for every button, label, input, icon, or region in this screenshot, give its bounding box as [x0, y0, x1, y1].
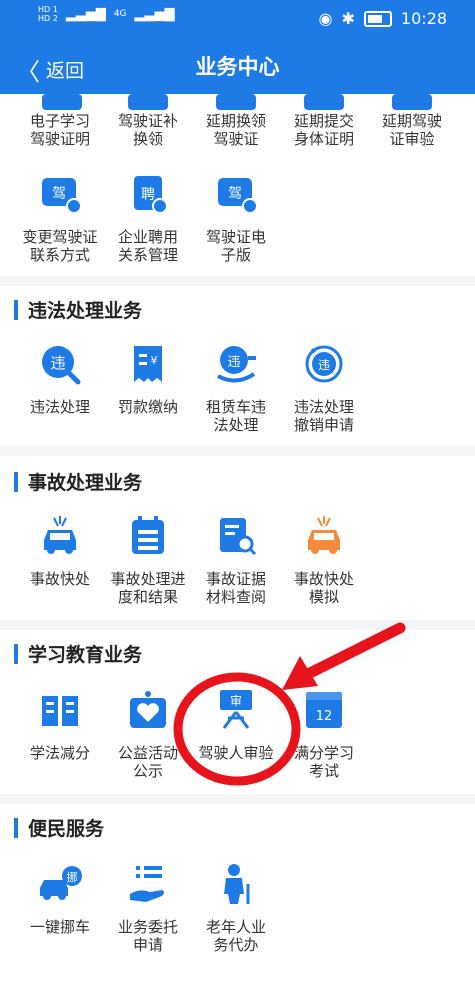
- service-charity[interactable]: 公益活动 公示: [104, 688, 192, 780]
- service-license-replace[interactable]: 驾驶证补 换领: [104, 112, 192, 148]
- violation-revoke-icon: 违: [305, 345, 343, 383]
- service-accident-simulate[interactable]: 事故快处 模拟: [280, 514, 368, 606]
- svg-text:违: 违: [50, 354, 65, 372]
- highlight-arrow: [298, 622, 406, 682]
- service-violation-revoke[interactable]: 违 违法处理 撤销申请: [280, 342, 368, 434]
- e-license-icon: 驾: [218, 178, 258, 214]
- service-study-deduct[interactable]: 学法减分: [16, 688, 104, 762]
- arrow-head-icon: [282, 656, 318, 690]
- service-license-review[interactable]: 延期驾驶 证审验: [368, 112, 456, 148]
- section-divider: [0, 446, 475, 456]
- battery-icon: [363, 10, 392, 27]
- service-fine-pay[interactable]: ¥ 罚款缴纳: [104, 342, 192, 416]
- service-rental-violation[interactable]: 违 租赁车违 法处理: [192, 342, 280, 434]
- status-bar: HD 1 HD 2 ▂▃▅▇ 4G ▂▃▅▇ ◉ ✱ 10:28: [0, 0, 475, 38]
- contact-change-icon: 驾: [42, 178, 82, 214]
- evidence-search-icon: [220, 518, 257, 556]
- svg-text:驾: 驾: [52, 186, 66, 202]
- fine-pay-icon: ¥: [134, 346, 162, 382]
- charity-icon: [130, 691, 166, 728]
- section-title-accident: 事故处理业务: [14, 468, 142, 495]
- nav-bar: 〈 返回 业务中心: [0, 38, 475, 94]
- elderly-icon: [224, 864, 250, 904]
- svg-text:驾: 驾: [228, 186, 242, 202]
- svg-text:违: 违: [318, 358, 330, 372]
- svg-text:聘: 聘: [141, 187, 155, 203]
- service-license-extend[interactable]: 延期换领 驾驶证: [192, 112, 280, 148]
- full-score-exam-icon: 12: [306, 692, 342, 728]
- signal-indicator: HD 1 HD 2 ▂▃▅▇ 4G ▂▃▅▇: [38, 5, 175, 23]
- svg-text:违: 违: [227, 355, 240, 370]
- service-contact-change[interactable]: 驾 变更驾驶证 联系方式: [16, 172, 104, 264]
- section-divider: [0, 276, 475, 286]
- scrolled-icons-strip: [42, 94, 432, 110]
- study-book-icon: [42, 696, 78, 726]
- rental-violation-icon: 违: [217, 346, 256, 383]
- clock: 10:28: [400, 9, 447, 28]
- service-employ-manage[interactable]: 聘 企业聘用 关系管理: [104, 172, 192, 264]
- service-accident-progress[interactable]: 事故处理进 度和结果: [104, 514, 192, 606]
- entrust-icon: [130, 866, 164, 902]
- accident-quick-icon: [44, 516, 76, 554]
- section-divider: [0, 620, 475, 630]
- service-accident-quick[interactable]: 事故快处: [16, 514, 104, 588]
- section-title-convenience: 便民服务: [14, 814, 104, 841]
- service-elderly[interactable]: 老年人业 务代办: [192, 862, 280, 954]
- service-e-license[interactable]: 驾 驾驶证电 子版: [192, 172, 280, 264]
- svg-text:审: 审: [230, 693, 242, 708]
- svg-text:¥: ¥: [151, 354, 158, 367]
- svg-text:挪: 挪: [67, 870, 78, 884]
- service-driver-review[interactable]: 审 驾驶人审验: [192, 688, 280, 762]
- page-title: 业务中心: [195, 55, 280, 79]
- employ-icon: 聘: [134, 176, 168, 214]
- service-health-proof[interactable]: 延期提交 身体证明: [280, 112, 368, 148]
- service-move-car[interactable]: 挪 一键挪车: [16, 862, 104, 936]
- violation-search-icon: 违: [42, 346, 81, 385]
- eye-icon: ◉: [318, 9, 333, 28]
- accident-progress-icon: [132, 516, 164, 554]
- move-car-icon: 挪: [40, 866, 82, 900]
- section-title-violation: 违法处理业务: [14, 296, 142, 323]
- section-title-education: 学习教育业务: [14, 640, 142, 667]
- svg-text:12: 12: [316, 709, 333, 724]
- driver-review-icon: 审: [220, 690, 252, 729]
- service-violation[interactable]: 违 违法处理: [16, 342, 104, 416]
- service-evidence-search[interactable]: 事故证据 材料查阅: [192, 514, 280, 606]
- bluetooth-icon: ✱: [341, 9, 355, 28]
- section-divider: [0, 794, 475, 804]
- service-e-study-proof[interactable]: 电子学习 驾驶证明: [16, 112, 104, 148]
- annotation-overlay: [173, 622, 406, 786]
- service-full-score-exam[interactable]: 12 满分学习 考试: [280, 688, 368, 780]
- service-entrust[interactable]: 业务委托 申请: [104, 862, 192, 954]
- accident-simulate-icon: [308, 516, 340, 554]
